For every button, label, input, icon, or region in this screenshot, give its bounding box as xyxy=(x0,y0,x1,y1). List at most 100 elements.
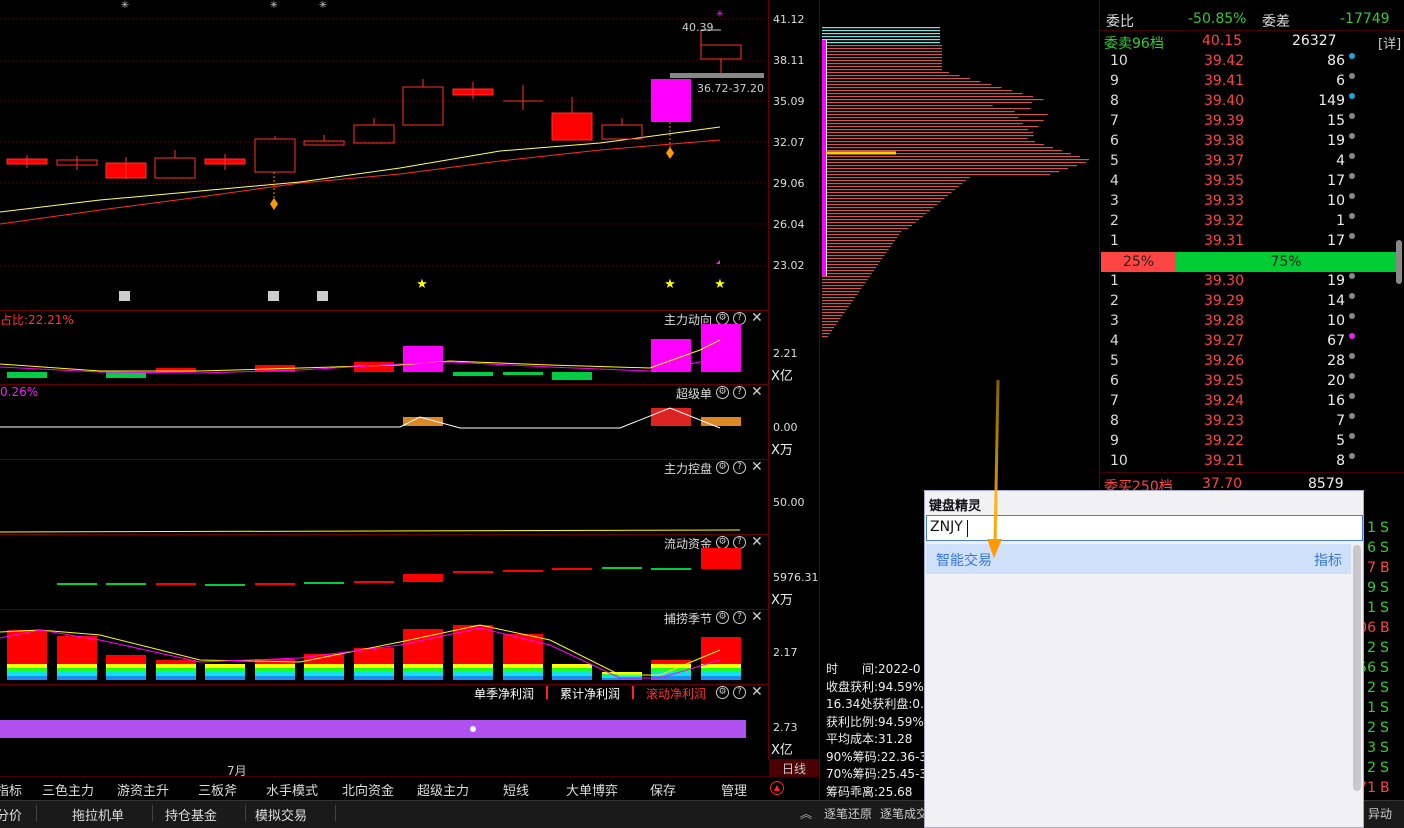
status-tab-3[interactable]: 模拟交易 xyxy=(255,805,307,824)
chip-bar xyxy=(822,297,856,299)
orderbook-row[interactable]: 8 39.23 7 xyxy=(1100,412,1403,432)
tick-side: B xyxy=(1380,780,1390,796)
panel-value: 2.21 xyxy=(773,347,798,360)
orderbook-row[interactable]: 2 39.29 14 xyxy=(1100,292,1403,312)
season-bar-segment xyxy=(552,672,592,676)
svg-text:✳: ✳ xyxy=(121,0,129,11)
chip-info-line: 16.34处获利盘:0.0 xyxy=(826,697,924,711)
season-bar-segment xyxy=(205,668,245,672)
bottom-tab-10[interactable]: 管理 xyxy=(721,780,747,799)
chip-info-line: 70%筹码:25.45-37 xyxy=(826,767,924,781)
season-bar xyxy=(453,625,493,664)
chip-bar xyxy=(822,204,938,206)
bottom-tab-2[interactable]: 游资主升 xyxy=(117,780,169,799)
chip-bar xyxy=(822,258,883,260)
season-bar-segment xyxy=(106,676,146,680)
chip-bar xyxy=(822,201,941,203)
chip-bar xyxy=(822,189,956,191)
orderbook-row[interactable]: 2 39.32 1 xyxy=(1100,212,1403,232)
season-bar-segment xyxy=(403,664,443,668)
chip-bar xyxy=(822,45,942,47)
orderbook-row[interactable]: 5 39.37 4 xyxy=(1100,152,1403,172)
order-book: 委比 -50.85% 委差 -17749 委卖96档 40.15 26327 [… xyxy=(1100,0,1404,495)
status-dot-icon xyxy=(1349,373,1355,379)
season-bar-segment xyxy=(156,668,196,672)
tab-tick-trades[interactable]: 逐笔成交 xyxy=(880,805,928,822)
orderbook-row[interactable]: 9 39.41 6 xyxy=(1100,72,1403,92)
bottom-tab-1[interactable]: 三色主力 xyxy=(42,780,94,799)
season-bar-segment xyxy=(552,664,592,668)
bottom-tab-9[interactable]: 保存 xyxy=(650,780,676,799)
chip-bar xyxy=(822,225,912,227)
level-volume: 17 xyxy=(1327,233,1345,249)
chip-bar xyxy=(822,138,1028,140)
chip-bar xyxy=(822,96,1033,98)
orderbook-row[interactable]: 4 39.35 17 xyxy=(1100,172,1403,192)
period-label[interactable]: 日线 xyxy=(769,759,819,776)
bottom-tab-7[interactable]: 短线 xyxy=(503,780,529,799)
orderbook-row[interactable]: 3 39.28 10 xyxy=(1100,312,1403,332)
orderbook-row[interactable]: 6 39.38 19 xyxy=(1100,132,1403,152)
season-bar-segment xyxy=(304,664,344,668)
orderbook-row[interactable]: 3 39.33 10 xyxy=(1100,192,1403,212)
bottom-tab-4[interactable]: 水手模式 xyxy=(266,780,318,799)
season-bar-segment xyxy=(503,668,543,672)
orderbook-row[interactable]: 5 39.26 28 xyxy=(1100,352,1403,372)
status-dot-icon xyxy=(1349,133,1355,139)
status-dot-icon xyxy=(1349,293,1355,299)
status-dot-icon xyxy=(1349,433,1355,439)
level-label: 2 xyxy=(1110,293,1119,309)
chip-bar xyxy=(822,255,885,257)
status-tab-1[interactable]: 拖拉机单 xyxy=(72,805,124,824)
detail-button[interactable]: [详] xyxy=(1378,33,1401,52)
status-tab-0[interactable]: 分价 xyxy=(0,805,22,824)
chip-bar xyxy=(822,231,902,233)
level-label: 9 xyxy=(1110,73,1119,89)
season-bar-segment xyxy=(453,672,493,676)
weibi-label: 委比 xyxy=(1106,14,1134,30)
bottom-tab-3[interactable]: 三板斧 xyxy=(198,780,237,799)
tick-volume: 3 xyxy=(1367,740,1376,756)
level-label: 6 xyxy=(1110,373,1119,389)
kline-chart[interactable]: ✳ ✳ ✳ ✳ ★ ★ ★ xyxy=(0,0,768,310)
sell-header-volume: 26327 xyxy=(1292,33,1337,49)
chip-bar xyxy=(822,264,879,266)
tab-separator xyxy=(335,805,336,821)
status-tab-2[interactable]: 持仓基金 xyxy=(165,805,217,824)
orderbook-row[interactable]: 10 39.42 86 xyxy=(1100,52,1403,72)
chip-bar xyxy=(822,30,940,32)
orderbook-row[interactable]: 10 39.21 8 xyxy=(1100,452,1403,472)
chip-bar xyxy=(822,72,949,74)
orderbook-scrollbar[interactable] xyxy=(1396,240,1402,284)
orderbook-row[interactable]: 1 39.30 19 xyxy=(1100,272,1403,292)
orderbook-row[interactable]: 4 39.27 67 xyxy=(1100,332,1403,352)
orderbook-row[interactable]: 9 39.22 5 xyxy=(1100,432,1403,452)
tick-side: B xyxy=(1380,620,1390,636)
chip-bar xyxy=(822,63,942,65)
collapse-icon[interactable]: ︽ xyxy=(800,805,812,822)
status-dot-icon xyxy=(1349,173,1355,179)
orderbook-row[interactable]: 6 39.25 20 xyxy=(1100,372,1403,392)
chip-bar xyxy=(822,78,970,80)
orderbook-row[interactable]: 8 39.40 149 xyxy=(1100,92,1403,112)
orderbook-row[interactable]: 1 39.31 17 xyxy=(1100,232,1403,252)
tab-tick-restore[interactable]: 逐笔还原 xyxy=(824,805,872,822)
bottom-tab-0[interactable]: 指标 xyxy=(0,780,22,799)
status-dot-icon xyxy=(1349,393,1355,399)
bottom-tab-6[interactable]: 超级主力 xyxy=(417,780,469,799)
orderbook-row[interactable]: 7 39.39 15 xyxy=(1100,112,1403,132)
orderbook-row[interactable]: 7 39.24 16 xyxy=(1100,392,1403,412)
chip-bar xyxy=(822,42,940,44)
level-price: 39.25 xyxy=(1204,373,1245,389)
chip-bar xyxy=(822,324,837,326)
tick-status-label[interactable]: 异动 xyxy=(1368,805,1392,822)
level-label: 8 xyxy=(1110,93,1119,109)
chip-bar xyxy=(822,75,960,77)
chip-bar xyxy=(822,330,832,332)
bottom-tab-5[interactable]: 北向资金 xyxy=(342,780,394,799)
tab-expand-button[interactable]: ▲ xyxy=(770,781,784,795)
panel-value: 2.73 xyxy=(773,721,798,734)
bottom-tab-8[interactable]: 大单博弈 xyxy=(566,780,618,799)
keyboard-wizard-scrollbar[interactable] xyxy=(1353,545,1361,791)
season-bar-segment xyxy=(255,668,295,672)
